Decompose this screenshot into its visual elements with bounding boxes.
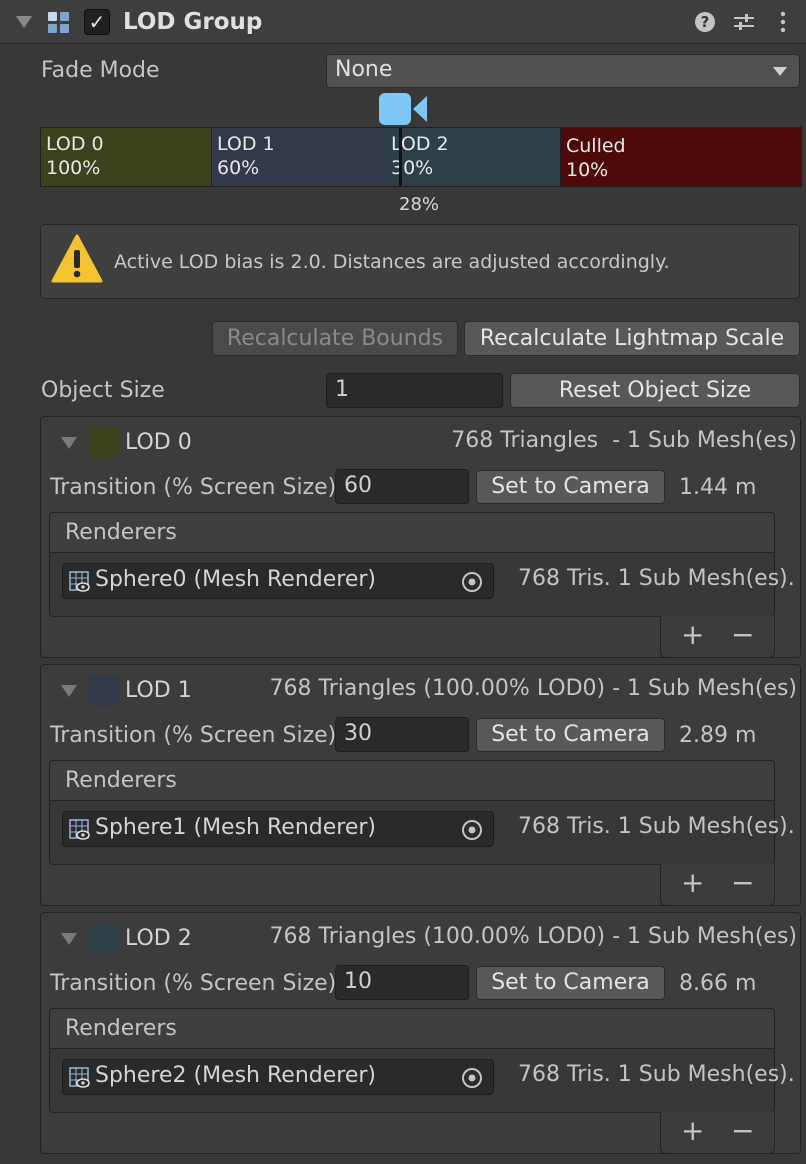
camera-icon[interactable]	[378, 92, 428, 126]
mesh-renderer-icon	[69, 1067, 90, 1088]
set-to-camera-button[interactable]: Set to Camera	[476, 470, 665, 504]
lod-bar-percent: 10%	[566, 159, 609, 181]
lod-bar-name: LOD 1	[217, 133, 275, 155]
mesh-renderer-icon	[69, 819, 90, 840]
renderer-info: 768 Tris. 1 Sub Mesh(es).	[518, 1062, 795, 1087]
set-to-camera-button[interactable]: Set to Camera	[476, 718, 665, 752]
renderer-name: Sphere2 (Mesh Renderer)	[95, 1063, 376, 1088]
object-picker-icon[interactable]	[461, 571, 483, 593]
lod-bar-percent: 100%	[46, 157, 101, 179]
remove-icon[interactable]: −	[731, 617, 754, 653]
presets-icon[interactable]	[732, 11, 756, 33]
transition-field[interactable]: 30	[335, 717, 469, 752]
renderers-label: Renderers	[65, 768, 177, 793]
renderers-label: Renderers	[65, 520, 177, 545]
mesh-renderer-icon	[69, 571, 90, 592]
object-size-label: Object Size	[41, 378, 165, 403]
lod-name: LOD 2	[125, 926, 192, 951]
lod-bar-percent: 30%	[391, 157, 434, 179]
foldout-arrow-icon[interactable]	[61, 685, 77, 697]
lod-color-swatch	[89, 924, 119, 954]
component-icon	[48, 12, 69, 33]
lod-triangle-summary: 768 Triangles (100.00% LOD0) - 1 Sub Mes…	[269, 924, 797, 949]
lod-bias-helpbox: Active LOD bias is 2.0. Distances are ad…	[40, 224, 800, 299]
svg-text:?: ?	[701, 13, 710, 31]
lod-triangle-summary: 768 Triangles (100.00% LOD0) - 1 Sub Mes…	[269, 676, 797, 701]
renderer-object-field[interactable]: Sphere0 (Mesh Renderer)	[62, 563, 494, 599]
list-add-remove: + −	[660, 864, 775, 906]
lod-bar-segment-lod2[interactable]: LOD 2 30%	[386, 128, 560, 186]
renderer-object-field[interactable]: Sphere1 (Mesh Renderer)	[62, 811, 494, 847]
lod-name: LOD 0	[125, 430, 192, 455]
set-to-camera-button[interactable]: Set to Camera	[476, 966, 665, 1000]
lod-bar-name: LOD 0	[46, 133, 104, 155]
lod-bar-segment-lod1[interactable]: LOD 1 60%	[212, 128, 386, 186]
renderers-header: Renderers	[50, 513, 774, 553]
list-add-remove: + −	[660, 616, 775, 658]
camera-position-line	[399, 128, 402, 186]
remove-icon[interactable]: −	[731, 865, 754, 901]
lod-name: LOD 1	[125, 678, 192, 703]
remove-icon[interactable]: −	[731, 1113, 754, 1149]
transition-field[interactable]: 10	[335, 965, 469, 1000]
renderer-info: 768 Tris. 1 Sub Mesh(es).	[518, 566, 795, 591]
enabled-checkbox[interactable]: ✓	[84, 9, 110, 35]
renderers-label: Renderers	[65, 1016, 177, 1041]
transition-distance: 2.89 m	[679, 723, 757, 748]
transition-label: Transition (% Screen Size)	[50, 723, 335, 748]
foldout-arrow-icon[interactable]	[61, 933, 77, 945]
recalculate-bounds-button[interactable]: Recalculate Bounds	[212, 321, 458, 356]
renderer-info: 768 Tris. 1 Sub Mesh(es).	[518, 814, 795, 839]
lod-bar-name: LOD 2	[391, 133, 449, 155]
add-icon[interactable]: +	[681, 865, 704, 901]
chevron-down-icon	[773, 67, 787, 76]
camera-position-percent: 28%	[399, 194, 440, 215]
reset-object-size-button[interactable]: Reset Object Size	[510, 373, 800, 408]
lod-section-2: LOD 2 768 Triangles (100.00% LOD0) - 1 S…	[40, 912, 801, 1154]
lod-section-0: LOD 0 768 Triangles - 1 Sub Mesh(es) Tra…	[40, 416, 801, 658]
renderer-name: Sphere1 (Mesh Renderer)	[95, 815, 376, 840]
add-icon[interactable]: +	[681, 1113, 704, 1149]
fade-mode-label: Fade Mode	[41, 58, 160, 83]
renderers-header: Renderers	[50, 761, 774, 801]
component-title: LOD Group	[123, 9, 263, 35]
transition-label: Transition (% Screen Size)	[50, 971, 335, 996]
transition-distance: 8.66 m	[679, 971, 757, 996]
help-icon[interactable]: ?	[694, 11, 716, 33]
renderer-object-field[interactable]: Sphere2 (Mesh Renderer)	[62, 1059, 494, 1095]
lod-bar-name: Culled	[566, 135, 626, 157]
lod-bar-segment-lod0[interactable]: LOD 0 100%	[41, 128, 211, 186]
foldout-arrow-icon[interactable]	[61, 437, 77, 449]
transition-field[interactable]: 60	[335, 469, 469, 504]
lod-color-swatch	[89, 428, 119, 458]
transition-distance: 1.44 m	[679, 475, 757, 500]
lod-section-1: LOD 1 768 Triangles (100.00% LOD0) - 1 S…	[40, 664, 801, 906]
renderers-header: Renderers	[50, 1009, 774, 1049]
warning-icon	[51, 234, 103, 283]
lod-bar-segment-culled[interactable]: Culled 10%	[561, 128, 801, 186]
lod-triangle-summary: 768 Triangles - 1 Sub Mesh(es)	[451, 428, 797, 453]
lod-color-swatch	[89, 676, 119, 706]
fade-mode-dropdown[interactable]: None	[326, 54, 800, 88]
fade-mode-value: None	[335, 57, 393, 82]
renderers-list: Renderers Sphere1 (Mesh Renderer) 768 Tr…	[49, 760, 795, 865]
add-icon[interactable]: +	[681, 617, 704, 653]
recalculate-lightmap-scale-button[interactable]: Recalculate Lightmap Scale	[464, 321, 800, 356]
foldout-arrow-icon[interactable]	[16, 16, 32, 28]
lod-bar-percent: 60%	[217, 157, 260, 179]
transition-label: Transition (% Screen Size)	[50, 475, 335, 500]
component-header: ✓ LOD Group ?	[0, 0, 806, 44]
renderers-list: Renderers Sphere2 (Mesh Renderer) 768 Tr…	[49, 1008, 795, 1113]
object-size-field[interactable]: 1	[326, 373, 503, 408]
list-add-remove: + −	[660, 1112, 775, 1154]
object-picker-icon[interactable]	[461, 1067, 483, 1089]
more-icon[interactable]	[778, 10, 788, 34]
renderer-name: Sphere0 (Mesh Renderer)	[95, 567, 376, 592]
helpbox-text: Active LOD bias is 2.0. Distances are ad…	[114, 251, 670, 273]
renderers-list: Renderers Sphere0 (Mesh Renderer) 768 Tr…	[49, 512, 795, 617]
object-picker-icon[interactable]	[461, 819, 483, 841]
